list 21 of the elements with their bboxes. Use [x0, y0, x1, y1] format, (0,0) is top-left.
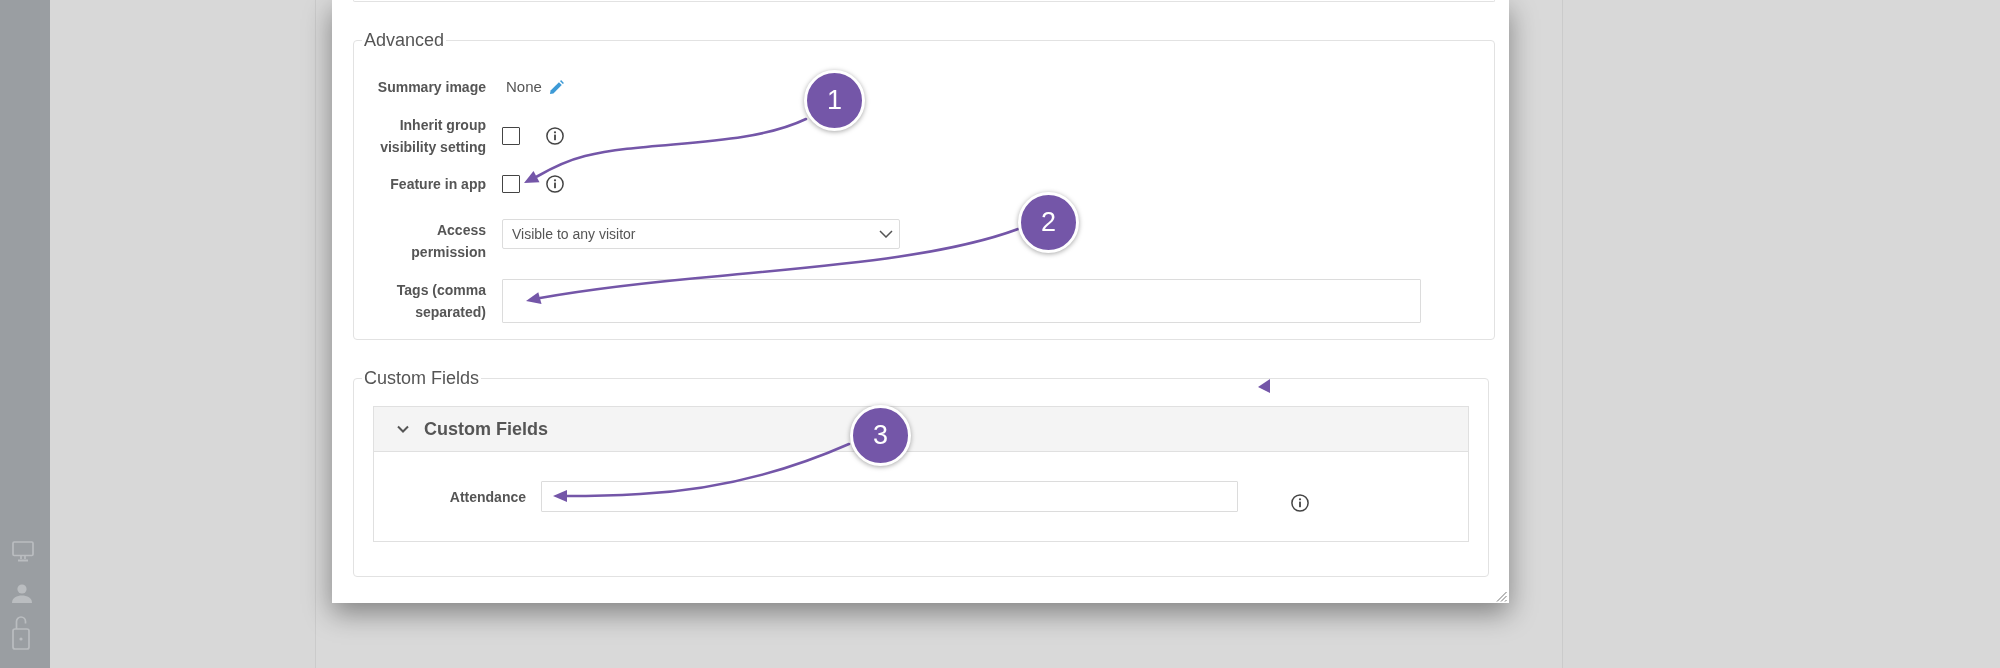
resize-grip-icon[interactable] [1496, 591, 1507, 602]
arrowhead-icon [1258, 379, 1270, 393]
dropdown-field[interactable]: Visible to any visitor [502, 219, 900, 249]
input-field[interactable] [541, 481, 1238, 512]
info-icon[interactable] [1291, 494, 1309, 512]
field-label: Attendance [449, 487, 526, 507]
field-label: Inherit group visibility setting [379, 116, 486, 157]
field-label: Tags (comma separated) [395, 281, 486, 322]
section-legend: Advanced [362, 30, 447, 51]
checkbox[interactable] [502, 175, 520, 193]
field-label: Summary image [377, 78, 486, 97]
input-field[interactable] [502, 279, 1421, 323]
chevron-down-icon [879, 230, 893, 238]
info-icon[interactable] [546, 127, 564, 145]
pencil-icon[interactable] [548, 79, 564, 95]
field-label: Access permission [410, 221, 486, 262]
field-label: Feature in app [390, 175, 486, 194]
section-legend: Custom Fields [362, 368, 482, 389]
field-value: None [506, 77, 542, 97]
checkbox[interactable] [502, 127, 520, 145]
info-icon[interactable] [546, 175, 564, 193]
